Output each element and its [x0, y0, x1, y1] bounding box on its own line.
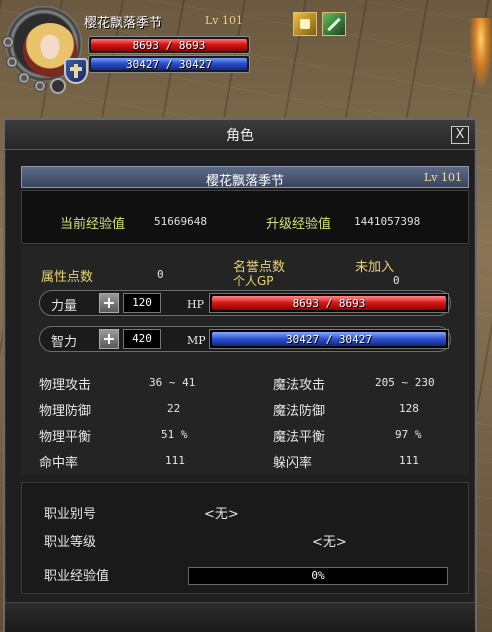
mp-bar-label: MP — [187, 334, 206, 347]
next-exp-value: 1441057398 — [354, 215, 421, 228]
hp-stat-bar-text: 8693 / 8693 — [212, 296, 446, 310]
window-footer — [5, 602, 475, 632]
combat-right-value: 128 — [399, 402, 419, 415]
combat-right-value: 205 ~ 230 — [375, 376, 435, 389]
combat-right-value: 97 % — [395, 428, 422, 441]
shield-icon[interactable] — [64, 58, 88, 84]
hud-orb-icon[interactable] — [2, 36, 14, 48]
combat-left-label: 命中率 — [39, 456, 79, 471]
lock-icon[interactable] — [50, 78, 66, 94]
combat-right-label: 躲闪率 — [273, 456, 313, 471]
combat-left-value: 51 % — [161, 428, 188, 441]
player-hud: 樱花飘落季节 Lv 101 8693 / 8693 30427 / 30427 — [0, 0, 262, 100]
hp-bar: 8693 / 8693 — [88, 36, 250, 54]
window-title: 角色 — [226, 127, 254, 144]
close-button[interactable]: X — [451, 126, 469, 144]
honor-points-value: 未加入 — [355, 260, 395, 275]
experience-box: 当前经验值 51669648 升级经验值 1441057398 — [21, 190, 469, 244]
hp-stat-bar: 8693 / 8693 — [209, 293, 449, 313]
stats-panel: 属性点数 0 名誉点数 未加入 个人GP 0 力量 + 120 HP 8693 … — [21, 246, 469, 474]
combat-left-label: 物理平衡 — [39, 430, 92, 445]
player-level: Lv 101 — [205, 14, 244, 27]
character-level: Lv 101 — [423, 171, 462, 184]
job-level-label: 职业等级 — [44, 535, 97, 550]
str-label: 力量 — [51, 299, 78, 314]
job-level-value: <无> — [312, 535, 347, 550]
mp-stat-bar: 30427 / 30427 — [209, 329, 449, 349]
book-buff-icon[interactable] — [293, 12, 317, 36]
character-name: 樱花飘落季节 — [205, 174, 284, 189]
gp-label: 个人GP — [233, 274, 274, 288]
sword-buff-icon[interactable] — [322, 12, 346, 36]
current-exp-label: 当前经验值 — [60, 217, 126, 232]
str-value: 120 — [123, 293, 161, 313]
job-alias-value: <无> — [204, 507, 239, 522]
int-value: 420 — [123, 329, 161, 349]
attr-points-label: 属性点数 — [41, 270, 94, 285]
combat-left-label: 物理防御 — [39, 404, 92, 419]
job-panel: 职业别号 <无> 职业等级 <无> 职业经验值 0% — [21, 482, 469, 594]
character-name-header: 樱花飘落季节 Lv 101 — [21, 166, 469, 189]
job-exp-value: 0% — [311, 569, 325, 582]
combat-left-value: 22 — [167, 402, 181, 415]
job-alias-label: 职业别号 — [44, 507, 97, 522]
mp-stat-bar-text: 30427 / 30427 — [212, 332, 446, 346]
hud-orb-icon[interactable] — [34, 80, 46, 92]
character-window: 角色 X 樱花飘落季节 Lv 101 当前经验值 51669648 升级经验值 … — [3, 118, 477, 632]
combat-right-label: 魔法防御 — [273, 404, 326, 419]
combat-left-value: 36 ~ 41 — [149, 376, 196, 389]
mp-bar-text: 30427 / 30427 — [91, 58, 247, 71]
combat-left-label: 物理攻击 — [39, 378, 92, 393]
current-exp-value: 51669648 — [154, 215, 207, 228]
avatar-face — [41, 35, 59, 59]
hp-bar-text: 8693 / 8693 — [91, 39, 247, 52]
gp-value: 0 — [393, 274, 400, 287]
attr-points-value: 0 — [157, 268, 164, 281]
mp-bar: 30427 / 30427 — [88, 55, 250, 73]
combat-right-label: 魔法攻击 — [273, 378, 326, 393]
str-plus-button[interactable]: + — [99, 293, 119, 313]
torch-light — [470, 18, 492, 88]
combat-left-value: 111 — [165, 454, 185, 467]
int-label: 智力 — [51, 335, 78, 350]
combat-right-value: 111 — [399, 454, 419, 467]
hud-orb-icon[interactable] — [6, 56, 18, 68]
int-plus-button[interactable]: + — [99, 329, 119, 349]
job-exp-label: 职业经验值 — [44, 569, 110, 584]
hp-bar-label: HP — [187, 298, 204, 311]
player-name: 樱花飘落季节 — [84, 16, 163, 31]
hud-orb-icon[interactable] — [18, 72, 30, 84]
combat-right-label: 魔法平衡 — [273, 430, 326, 445]
job-exp-bar: 0% — [188, 567, 448, 585]
window-title-bar[interactable]: 角色 — [5, 120, 475, 150]
next-exp-label: 升级经验值 — [266, 217, 332, 232]
